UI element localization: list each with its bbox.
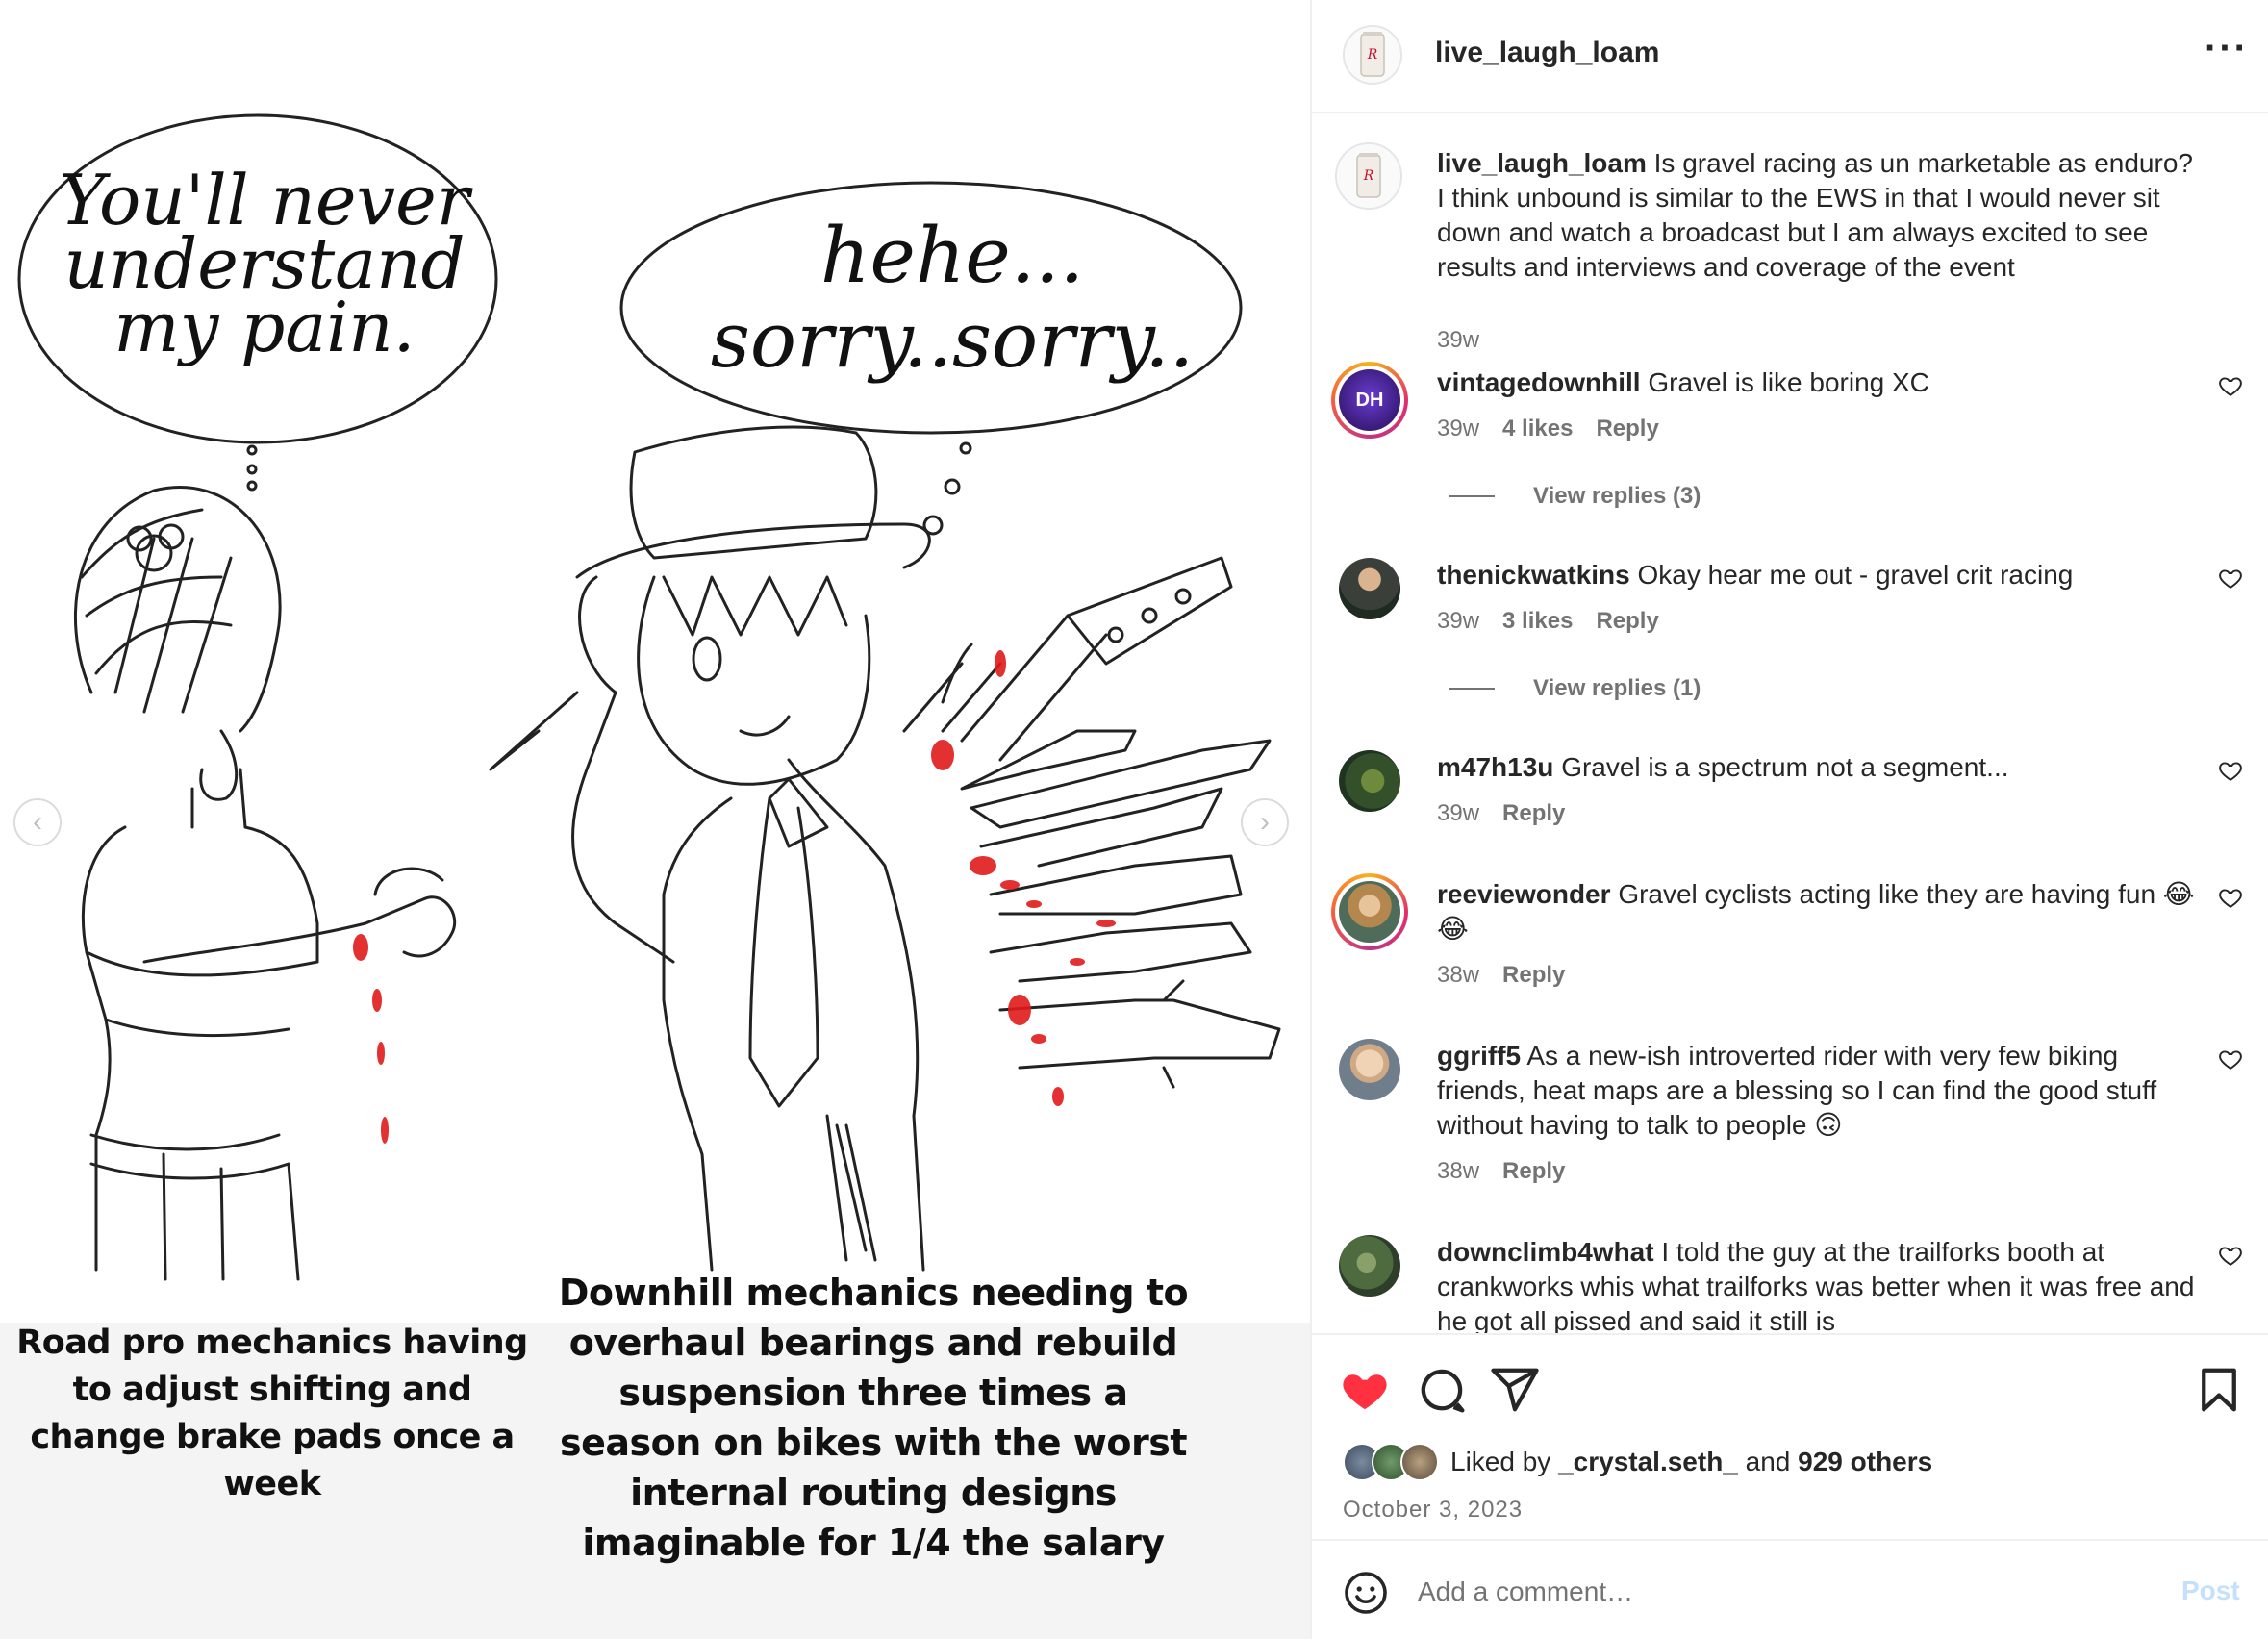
add-comment-bar: Post — [1312, 1539, 2268, 1639]
caption-username[interactable]: live_laugh_loam — [1437, 148, 1647, 178]
comment-body: Gravel is a spectrum not a segment... — [1561, 752, 2009, 782]
comments-list[interactable]: R live_laugh_loam Is gravel racing as un… — [1312, 113, 2268, 1333]
commenter-avatar[interactable] — [1339, 1039, 1400, 1100]
comment-meta: 38w Reply — [1437, 962, 1565, 989]
carousel-next-button[interactable]: › — [1241, 798, 1289, 846]
comment-time: 39w — [1437, 416, 1480, 441]
comment-text: m47h13u Gravel is a spectrum not a segme… — [1437, 750, 2197, 785]
action-bar: Liked by _crystal.seth_ and 929 others O… — [1312, 1333, 2268, 1539]
comment-meta: 39w 4 likes Reply — [1437, 416, 1659, 442]
comment-body: Okay hear me out - gravel crit racing — [1637, 560, 2074, 590]
svg-text:R: R — [1367, 47, 1378, 63]
liked-others-link[interactable]: 929 others — [1798, 1447, 1932, 1477]
header-username[interactable]: live_laugh_loam — [1435, 37, 1659, 69]
svg-text:R: R — [1363, 168, 1374, 184]
view-replies-label: View replies (1) — [1533, 675, 1701, 701]
comment-time: 39w — [1437, 608, 1480, 634]
liked-by: Liked by _crystal.seth_ and 929 others — [1343, 1443, 1932, 1481]
bookmark-icon[interactable] — [2193, 1364, 2245, 1416]
more-horizontal-icon[interactable]: ··· — [2205, 27, 2249, 70]
comment-meta: 39w Reply — [1437, 800, 1565, 827]
heart-outline-icon[interactable] — [2218, 885, 2243, 910]
comment-text: downclimb4what I told the guy at the tra… — [1437, 1235, 2197, 1333]
commenter-avatar[interactable] — [1331, 873, 1408, 950]
view-replies-button[interactable]: View replies (1) — [1449, 675, 1701, 702]
comment-username[interactable]: m47h13u — [1437, 752, 1553, 782]
beer-can-icon: R — [1356, 153, 1381, 198]
liker-avatars[interactable] — [1343, 1443, 1447, 1481]
comment-time: 39w — [1437, 800, 1480, 826]
commenter-avatar[interactable] — [1339, 558, 1400, 619]
left-bubble-text: You'll never understand my pain. — [59, 160, 470, 367]
liked-and: and — [1745, 1447, 1791, 1476]
comment-time: 38w — [1437, 1158, 1480, 1184]
post-header: R live_laugh_loam ··· — [1312, 0, 2268, 113]
liked-user-link[interactable]: _crystal.seth_ — [1558, 1447, 1738, 1477]
post-caption: R live_laugh_loam Is gravel racing as un… — [1312, 142, 2268, 353]
beer-can-icon: R — [1360, 32, 1385, 77]
reply-button[interactable]: Reply — [1502, 1158, 1565, 1185]
heart-outline-icon[interactable] — [2218, 566, 2243, 591]
right-meme-caption: Downhill mechanics needing to overhaul b… — [558, 1272, 1189, 1564]
chevron-left-icon: ‹ — [33, 806, 42, 838]
liked-prefix: Liked by — [1450, 1447, 1551, 1476]
comment-input[interactable] — [1418, 1570, 2091, 1614]
comment-username[interactable]: reeviewonder — [1437, 879, 1611, 909]
reply-button[interactable]: Reply — [1596, 416, 1658, 442]
share-icon[interactable] — [1489, 1364, 1541, 1416]
emoji-icon[interactable] — [1343, 1570, 1389, 1616]
comment-text: thenickwatkins Okay hear me out - gravel… — [1437, 558, 2197, 593]
right-bubble-line1: hehe... — [819, 211, 1085, 300]
caption-time: 39w — [1437, 327, 1480, 353]
dh-logo-icon: DH — [1339, 369, 1400, 431]
reply-button[interactable]: Reply — [1502, 800, 1565, 827]
comment-body: Gravel is like boring XC — [1648, 367, 1929, 397]
comment-text: vintagedownhill Gravel is like boring XC — [1437, 366, 2197, 400]
comment-time: 38w — [1437, 962, 1480, 988]
replies-divider — [1449, 688, 1495, 690]
comment-meta: 39w 3 likes Reply — [1437, 608, 1659, 635]
reply-button[interactable]: Reply — [1502, 962, 1565, 989]
comment-username[interactable]: vintagedownhill — [1437, 367, 1641, 397]
reply-button[interactable]: Reply — [1596, 608, 1658, 635]
post-date[interactable]: October 3, 2023 — [1343, 1497, 1523, 1524]
commenter-photo — [1339, 881, 1400, 943]
comment-likes[interactable]: 4 likes — [1502, 416, 1573, 442]
left-meme-caption: Road pro mechanics having to adjust shif… — [16, 1324, 528, 1503]
comment-username[interactable]: thenickwatkins — [1437, 560, 1630, 590]
heart-filled-icon[interactable] — [1339, 1364, 1391, 1416]
heart-outline-icon[interactable] — [2218, 1243, 2243, 1268]
commenter-avatar[interactable] — [1339, 750, 1400, 812]
commenter-avatar[interactable]: DH — [1331, 362, 1408, 439]
comment-body: As a new-ish introverted rider with very… — [1437, 1041, 2157, 1140]
heart-outline-icon[interactable] — [2218, 373, 2243, 398]
comment-meta: 38w Reply — [1437, 1158, 1565, 1185]
comment-text: ggriff5 As a new-ish introverted rider w… — [1437, 1039, 2197, 1143]
comment-likes[interactable]: 3 likes — [1502, 608, 1573, 635]
replies-divider — [1449, 495, 1495, 497]
commenter-avatar[interactable] — [1339, 1235, 1400, 1297]
caption-meta: 39w — [1437, 327, 1479, 354]
post-comment-button[interactable]: Post — [2181, 1576, 2240, 1606]
right-bubble-text: hehe... sorry..sorry.. — [644, 214, 1260, 383]
caption-text: live_laugh_loam Is gravel racing as un m… — [1437, 146, 2197, 285]
view-replies-button[interactable]: View replies (3) — [1449, 483, 1701, 510]
liker-avatar — [1400, 1443, 1439, 1481]
comment-username[interactable]: ggriff5 — [1437, 1041, 1521, 1071]
heart-outline-icon[interactable] — [2218, 758, 2243, 783]
carousel-prev-button[interactable]: ‹ — [13, 798, 62, 846]
right-bubble-line2: sorry..sorry.. — [710, 295, 1195, 385]
heart-outline-icon[interactable] — [2218, 1046, 2243, 1072]
caption-avatar[interactable]: R — [1335, 142, 1402, 210]
chevron-right-icon: › — [1260, 806, 1270, 838]
post-sidebar: R live_laugh_loam ··· R live_laugh_loam … — [1310, 0, 2268, 1639]
comment-icon[interactable] — [1416, 1364, 1468, 1416]
comment-text: reeviewonder Gravel cyclists acting like… — [1437, 877, 2197, 946]
comment-username[interactable]: downclimb4what — [1437, 1237, 1654, 1267]
post-media: You'll never understand my pain. hehe...… — [0, 0, 1310, 1639]
view-replies-label: View replies (3) — [1533, 483, 1701, 509]
author-avatar[interactable]: R — [1343, 25, 1402, 85]
